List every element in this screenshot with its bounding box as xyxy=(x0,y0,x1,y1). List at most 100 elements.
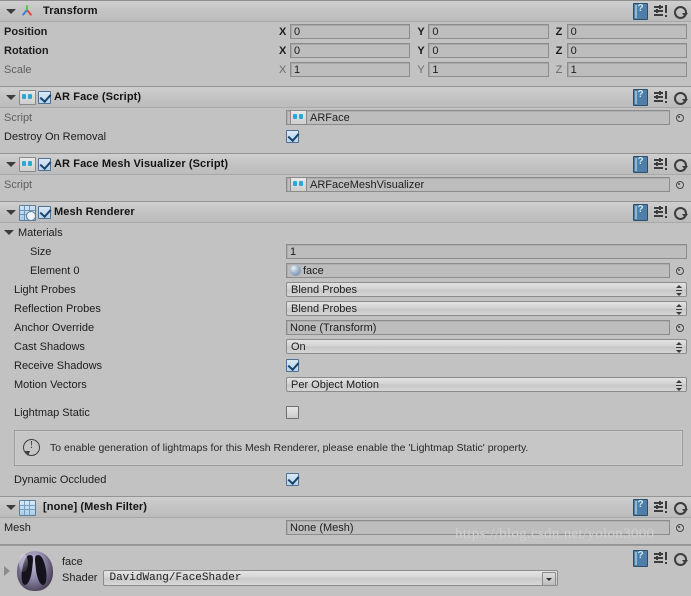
dynamic-occluded-checkbox[interactable] xyxy=(286,473,299,486)
gear-icon[interactable] xyxy=(673,91,688,105)
ar-face-mesh-visualizer-script-picker-icon[interactable] xyxy=(673,178,687,192)
mesh-filter-mesh-picker-icon[interactable] xyxy=(673,521,687,535)
lightmap-gap xyxy=(0,422,691,426)
rotation-z-input[interactable]: 0 xyxy=(566,43,687,58)
ar-face-mesh-visualizer-header[interactable]: AR Face Mesh Visualizer (Script) xyxy=(0,154,691,175)
lightmap-static-field-wrap xyxy=(286,403,687,422)
chevron-updown-icon xyxy=(676,285,682,296)
destroy-on-removal-checkbox[interactable] xyxy=(286,130,299,143)
materials-size-input[interactable]: 1 xyxy=(286,244,687,259)
rotation-y-input[interactable]: 0 xyxy=(428,43,549,58)
cast-shadows-dropdown[interactable]: On xyxy=(286,339,687,354)
preset-icon[interactable] xyxy=(654,206,667,219)
material-sphere-icon xyxy=(290,265,301,276)
mesh-renderer-icon xyxy=(19,204,36,221)
material-foldout-arrow[interactable] xyxy=(0,566,14,576)
preset-icon[interactable] xyxy=(654,552,667,565)
anchor-override-field[interactable]: None (Transform) xyxy=(286,320,670,335)
chevron-updown-icon xyxy=(676,342,682,353)
component-mesh-filter: [none] (Mesh Filter) Mesh None (Mesh) xyxy=(0,497,691,545)
materials-size-row: Size 1 xyxy=(0,242,691,261)
ar-face-script-picker-icon[interactable] xyxy=(673,111,687,125)
mesh-filter-header[interactable]: [none] (Mesh Filter) xyxy=(0,497,691,518)
ar-face-mesh-visualizer-foldout-arrow[interactable] xyxy=(4,158,17,171)
preset-icon[interactable] xyxy=(654,501,667,514)
mesh-filter-bottom-spacer xyxy=(0,537,691,544)
rotation-vector3: X 0 Y 0 Z 0 xyxy=(279,41,687,60)
mesh-filter-mesh-field-wrap: None (Mesh) xyxy=(286,518,687,537)
materials-element0-field[interactable]: face xyxy=(286,263,670,278)
ar-face-foldout-arrow[interactable] xyxy=(4,91,17,104)
help-icon[interactable] xyxy=(633,3,648,20)
scale-y-input[interactable]: 1 xyxy=(428,62,549,77)
ar-face-enabled-checkbox[interactable] xyxy=(38,90,51,104)
component-mesh-renderer: Mesh Renderer Materials Size xyxy=(0,202,691,497)
ar-face-script-field[interactable]: ARFace xyxy=(286,110,670,125)
gear-icon[interactable] xyxy=(673,501,688,515)
script-asset-icon xyxy=(290,177,307,192)
transform-rotation-row: Rotation X 0 Y 0 Z 0 xyxy=(0,41,691,60)
transform-foldout-arrow[interactable] xyxy=(4,5,17,18)
preset-icon[interactable] xyxy=(654,158,667,171)
materials-element0-picker-icon[interactable] xyxy=(673,264,687,278)
light-probes-dropdown[interactable]: Blend Probes xyxy=(286,282,687,297)
reflection-probes-dropdown[interactable]: Blend Probes xyxy=(286,301,687,316)
position-y-input[interactable]: 0 xyxy=(428,24,549,39)
help-icon[interactable] xyxy=(633,499,648,516)
info-icon xyxy=(23,439,41,457)
motion-vectors-dropdown[interactable]: Per Object Motion xyxy=(286,377,687,392)
help-icon[interactable] xyxy=(633,89,648,106)
position-vector3: X 0 Y 0 Z 0 xyxy=(279,22,687,41)
materials-size-field-wrap: 1 xyxy=(286,242,687,261)
materials-element0-row: Element 0 face xyxy=(0,261,691,280)
material-shader-dropdown[interactable]: DavidWang/FaceShader xyxy=(103,570,559,586)
materials-foldout-row[interactable]: Materials xyxy=(0,223,691,242)
rotation-x-input[interactable]: 0 xyxy=(290,43,411,58)
ar-face-mesh-visualizer-script-field[interactable]: ARFaceMeshVisualizer xyxy=(286,177,670,192)
mesh-renderer-bottom-spacer xyxy=(0,489,691,496)
ar-face-mesh-visualizer-header-buttons xyxy=(633,156,688,173)
mesh-renderer-header[interactable]: Mesh Renderer xyxy=(0,202,691,223)
transform-position-row: Position X 0 Y 0 Z 0 xyxy=(0,22,691,41)
preset-icon[interactable] xyxy=(654,5,667,18)
light-probes-value: Blend Probes xyxy=(291,283,358,296)
gear-icon[interactable] xyxy=(673,552,688,566)
rotation-z-axis-label: Z xyxy=(555,44,563,57)
receive-shadows-label: Receive Shadows xyxy=(14,359,103,372)
ar-face-mesh-visualizer-title: AR Face Mesh Visualizer (Script) xyxy=(54,158,229,170)
transform-header[interactable]: Transform xyxy=(0,1,691,22)
receive-shadows-checkbox[interactable] xyxy=(286,359,299,372)
material-name: face xyxy=(62,556,83,568)
lightmap-static-checkbox[interactable] xyxy=(286,406,299,419)
preset-icon[interactable] xyxy=(654,91,667,104)
gear-icon[interactable] xyxy=(673,5,688,19)
ar-face-header[interactable]: AR Face (Script) xyxy=(0,87,691,108)
motion-vectors-value: Per Object Motion xyxy=(291,378,380,391)
ar-face-mesh-visualizer-enabled-checkbox[interactable] xyxy=(38,157,51,171)
mesh-renderer-foldout-arrow[interactable] xyxy=(4,206,17,219)
anchor-override-row: Anchor Override None (Transform) xyxy=(0,318,691,337)
mesh-filter-foldout-arrow[interactable] xyxy=(4,501,17,514)
scale-z-input[interactable]: 1 xyxy=(566,62,687,77)
help-icon[interactable] xyxy=(633,204,648,221)
gear-icon[interactable] xyxy=(673,206,688,220)
lightmap-static-label: Lightmap Static xyxy=(14,406,90,419)
reflection-probes-row: Reflection Probes Blend Probes xyxy=(0,299,691,318)
gear-icon[interactable] xyxy=(673,158,688,172)
mesh-filter-mesh-field[interactable]: None (Mesh) xyxy=(286,520,670,535)
materials-foldout-arrow[interactable] xyxy=(2,226,15,239)
ar-face-mesh-visualizer-script-row: Script ARFaceMeshVisualizer xyxy=(0,175,691,194)
transform-position-label: Position xyxy=(4,25,48,38)
reflection-probes-field-wrap: Blend Probes xyxy=(286,299,687,318)
material-shader-label: Shader xyxy=(62,572,98,584)
anchor-override-picker-icon[interactable] xyxy=(673,321,687,335)
mesh-renderer-enabled-checkbox[interactable] xyxy=(38,205,51,219)
position-z-input[interactable]: 0 xyxy=(566,24,687,39)
scale-x-input[interactable]: 1 xyxy=(290,62,411,77)
script-asset-icon xyxy=(290,110,307,125)
position-x-input[interactable]: 0 xyxy=(290,24,411,39)
transform-title: Transform xyxy=(43,5,98,17)
material-preview-thumbnail xyxy=(14,550,56,592)
help-icon[interactable] xyxy=(633,156,648,173)
cast-shadows-row: Cast Shadows On xyxy=(0,337,691,356)
